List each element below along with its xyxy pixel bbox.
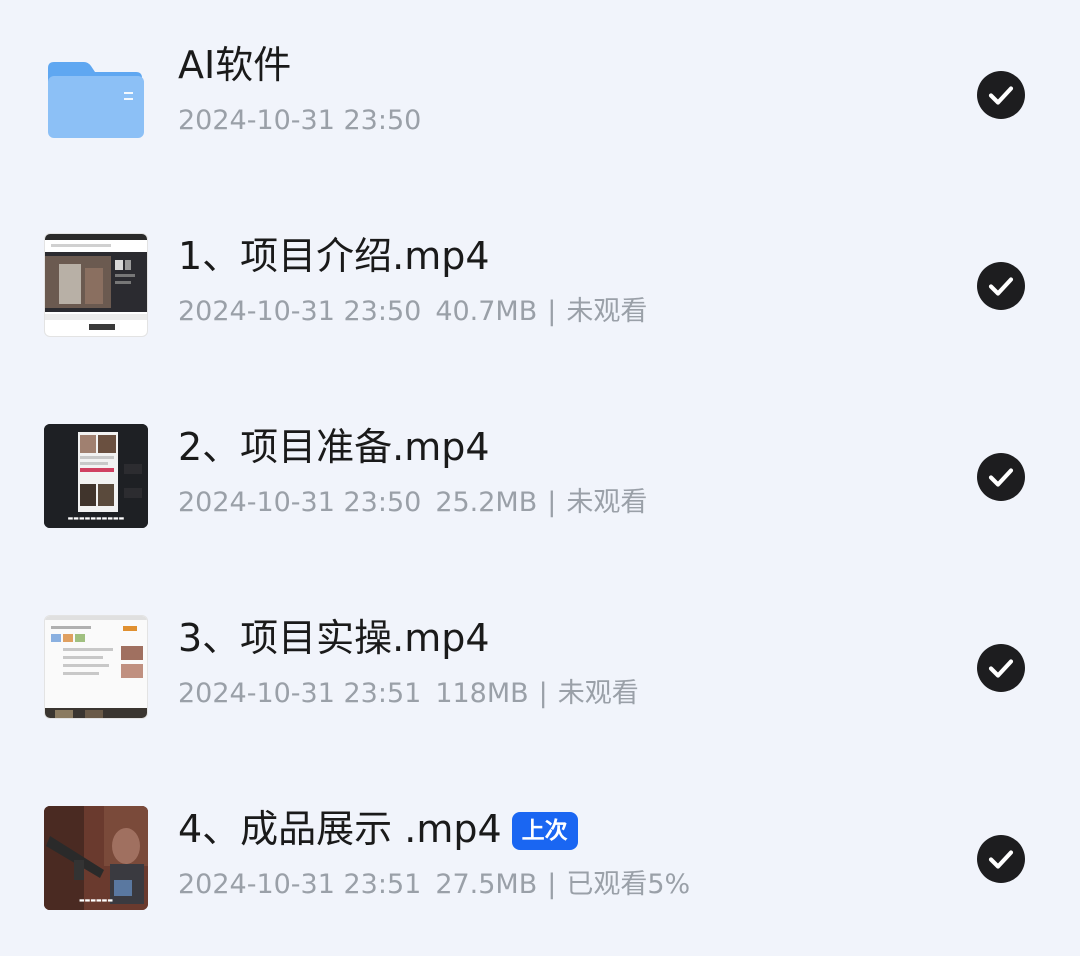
item-meta: 2024-10-31 23:50 40.7MB | 未观看 — [178, 294, 647, 330]
list-item-video[interactable]: 1、项目介绍.mp4 2024-10-31 23:50 40.7MB | 未观看 — [0, 216, 1080, 356]
list-item-video[interactable]: ▬▬▬▬▬▬ 4、成品展示 .mp4 上次 2024-10-31 23:51 27.… — [0, 789, 1080, 929]
last-watched-badge: 上次 — [511, 812, 578, 850]
video-thumbnail: ▬▬▬▬▬▬▬▬▬▬ — [44, 424, 148, 528]
item-meta: 2024-10-31 23:50 25.2MB | 未观看 — [178, 485, 647, 521]
meta-separator: | — [547, 487, 557, 518]
folder-icon — [44, 42, 148, 146]
item-title: 4、成品展示 .mp4 上次 — [178, 803, 578, 855]
checkbox-checked-icon[interactable] — [977, 644, 1025, 692]
meta-separator: | — [538, 678, 548, 709]
item-date: 2024-10-31 23:50 — [178, 105, 422, 136]
checkbox-checked-icon[interactable] — [977, 71, 1025, 119]
item-meta: 2024-10-31 23:50 — [178, 103, 421, 139]
item-date: 2024-10-31 23:50 — [178, 487, 422, 518]
item-title: 2、项目准备.mp4 — [178, 425, 490, 469]
checkbox-checked-icon[interactable] — [977, 262, 1025, 310]
meta-separator: | — [547, 296, 557, 327]
item-size: 27.5MB — [435, 869, 538, 900]
item-title: AI软件 — [178, 43, 292, 87]
checkbox-checked-icon[interactable] — [977, 453, 1025, 501]
item-watch-status: 已观看5% — [566, 869, 691, 900]
item-watch-status: 未观看 — [566, 487, 648, 518]
item-size: 118MB — [435, 678, 529, 709]
checkbox-checked-icon[interactable] — [977, 835, 1025, 883]
list-item-video[interactable]: 3、项目实操.mp4 2024-10-31 23:51 118MB | 未观看 — [0, 598, 1080, 738]
item-size: 40.7MB — [435, 296, 538, 327]
item-meta: 2024-10-31 23:51 27.5MB | 已观看5% — [178, 867, 690, 903]
item-date: 2024-10-31 23:51 — [178, 869, 422, 900]
item-date: 2024-10-31 23:51 — [178, 678, 422, 709]
item-size: 25.2MB — [435, 487, 538, 518]
item-watch-status: 未观看 — [557, 678, 639, 709]
list-item-video[interactable]: ▬▬▬▬▬▬▬▬▬▬ 2、项目准备.mp4 2024-10-31 23:50 25… — [0, 407, 1080, 547]
video-thumbnail — [44, 615, 148, 719]
video-thumbnail: ▬▬▬▬▬▬ — [44, 806, 148, 910]
item-title: 3、项目实操.mp4 — [178, 616, 490, 660]
meta-separator: | — [547, 869, 557, 900]
item-watch-status: 未观看 — [566, 296, 648, 327]
item-title: 1、项目介绍.mp4 — [178, 234, 490, 278]
item-meta: 2024-10-31 23:51 118MB | 未观看 — [178, 676, 639, 712]
video-thumbnail — [44, 233, 148, 337]
list-item-folder[interactable]: AI软件 2024-10-31 23:50 — [0, 25, 1080, 165]
thumbnail-caption: ▬▬▬▬▬▬ — [78, 897, 113, 904]
item-date: 2024-10-31 23:50 — [178, 296, 422, 327]
item-title-text: 4、成品展示 .mp4 — [178, 807, 502, 851]
file-list: AI软件 2024-10-31 23:50 1、项目介绍.mp4 2024-10… — [0, 0, 1080, 956]
thumbnail-caption: ▬▬▬▬▬▬▬▬▬▬ — [67, 515, 125, 522]
